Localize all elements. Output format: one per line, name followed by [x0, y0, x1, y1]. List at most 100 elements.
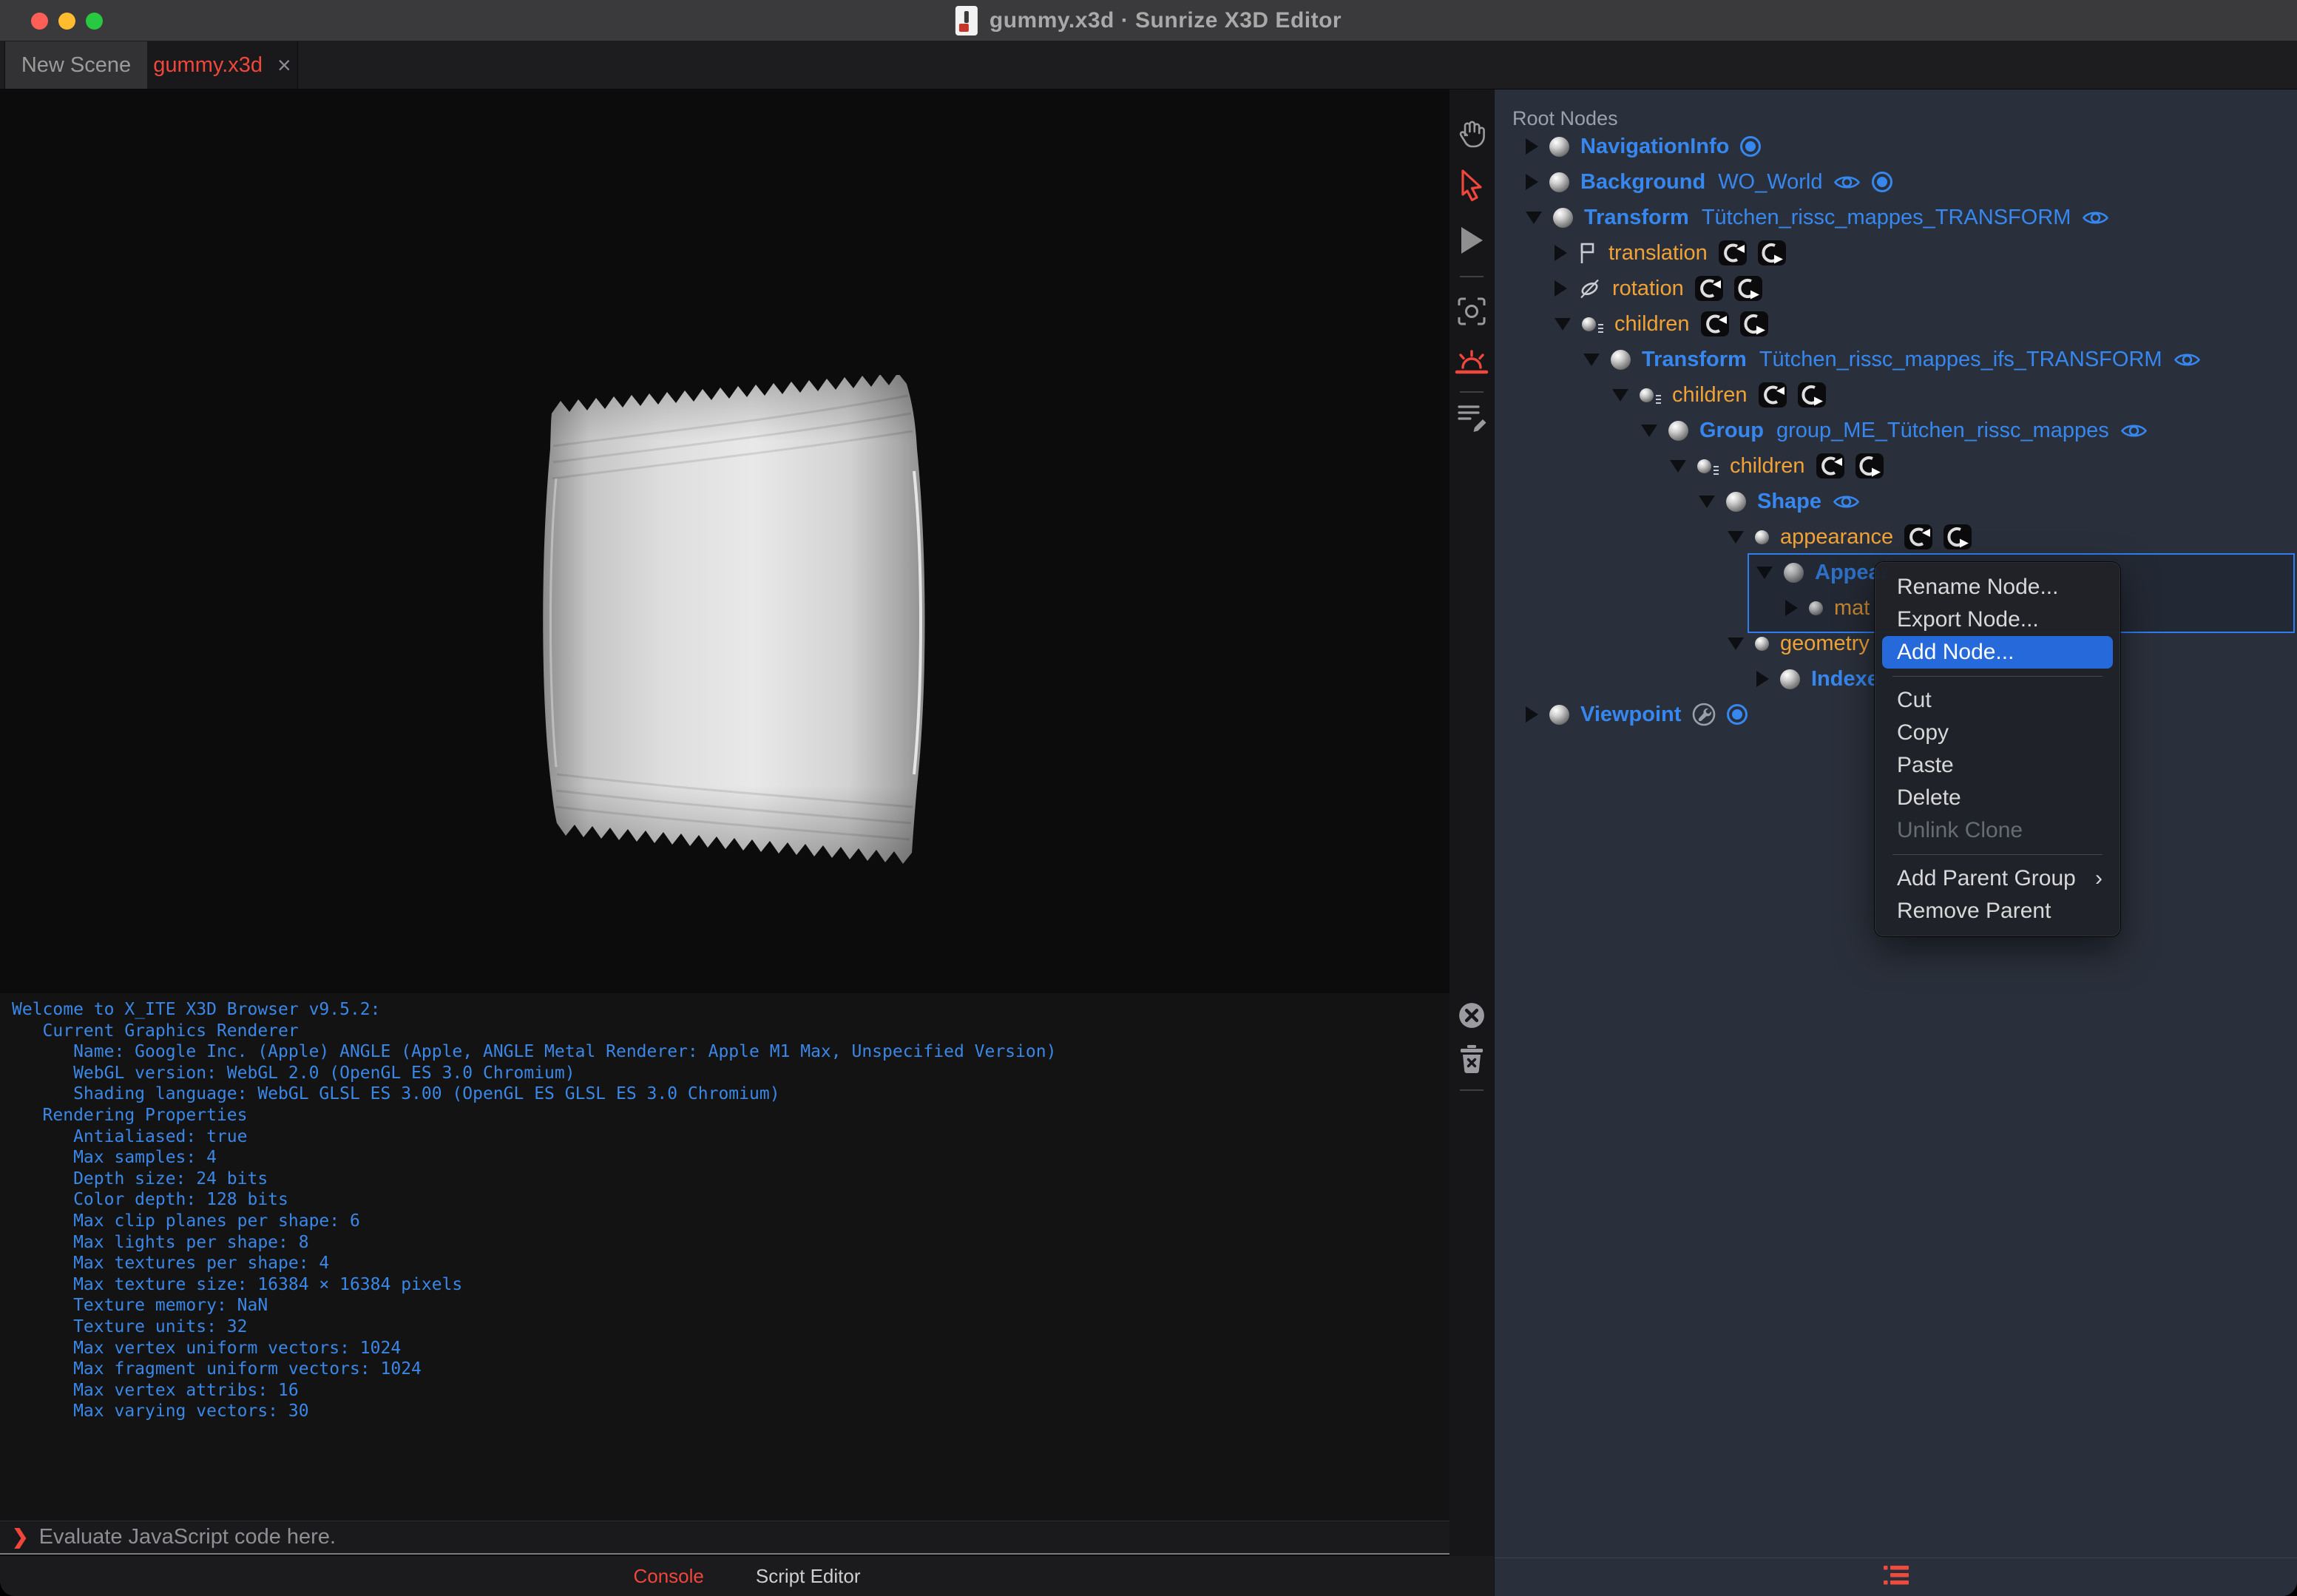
zoom-button[interactable]: [86, 13, 103, 30]
menu-item-label: Rename Node...: [1897, 575, 2059, 599]
outline-list-icon[interactable]: [1882, 1564, 1910, 1590]
field-name-label: appearance: [1780, 524, 1894, 549]
expander-arrow-icon[interactable]: [1756, 566, 1773, 579]
outline-field-row[interactable]: children: [1495, 377, 2297, 413]
field-sphere-icon: [1755, 636, 1769, 651]
expander-arrow-icon[interactable]: [1555, 317, 1571, 331]
bound-badge-icon[interactable]: [1727, 704, 1748, 725]
tab-console[interactable]: Console: [633, 1565, 703, 1588]
clear-console-icon[interactable]: [1449, 998, 1494, 1033]
expander-arrow-icon[interactable]: [1756, 671, 1769, 687]
console-line: Antialiased: true: [12, 1126, 248, 1146]
play-icon[interactable]: [1449, 223, 1494, 258]
expander-arrow-icon[interactable]: [1526, 138, 1538, 155]
expander-arrow-icon[interactable]: [1785, 600, 1798, 616]
outline-node-row[interactable]: NavigationInfo: [1495, 129, 2297, 164]
menu-item-label: Paste: [1897, 753, 1954, 777]
route-in-badge-icon[interactable]: [1904, 524, 1933, 550]
eye-badge-icon[interactable]: [2082, 209, 2109, 227]
bound-badge-icon[interactable]: [1872, 172, 1893, 192]
outline-field-row[interactable]: children: [1495, 306, 2297, 342]
node-type-label: Group: [1699, 418, 1764, 442]
console-line: Depth size: 24 bits: [12, 1169, 268, 1188]
close-button[interactable]: [31, 13, 48, 30]
menu-item-label: Export Node...: [1897, 607, 2039, 632]
menu-item-cut[interactable]: Cut: [1875, 684, 2120, 717]
route-out-badge-icon[interactable]: [1944, 524, 1972, 550]
expander-arrow-icon[interactable]: [1526, 706, 1538, 723]
route-out-badge-icon[interactable]: [1855, 453, 1884, 479]
route-out-badge-icon[interactable]: [1739, 311, 1768, 337]
route-in-badge-icon[interactable]: [1700, 311, 1729, 337]
route-in-badge-icon[interactable]: [1694, 276, 1723, 301]
menu-item-add-parent-group[interactable]: Add Parent Group ›: [1875, 862, 2120, 895]
wrench-badge-icon[interactable]: [1692, 703, 1716, 726]
expander-arrow-icon[interactable]: [1699, 495, 1715, 508]
snapshot-center-icon[interactable]: [1449, 294, 1494, 329]
console-line: Max textures per shape: 4: [12, 1254, 330, 1274]
expander-arrow-icon[interactable]: [1641, 424, 1657, 437]
menu-item-export-node[interactable]: Export Node...: [1875, 603, 2120, 636]
rendered-pouch-model: [543, 375, 925, 864]
tab-close-icon[interactable]: ×: [277, 53, 291, 77]
route-in-badge-icon[interactable]: [1816, 453, 1844, 479]
eye-badge-icon[interactable]: [2173, 351, 2201, 369]
menu-item-copy[interactable]: Copy: [1875, 717, 2120, 749]
outline-node-row[interactable]: Transform Tütchen_rissc_mappes_ifs_TRANSF…: [1495, 342, 2297, 377]
expander-arrow-icon[interactable]: [1526, 211, 1542, 224]
menu-item-remove-parent[interactable]: Remove Parent: [1875, 895, 2120, 927]
menu-item-rename-node[interactable]: Rename Node...: [1875, 571, 2120, 603]
route-out-badge-icon[interactable]: [1733, 276, 1762, 301]
expander-arrow-icon[interactable]: [1728, 637, 1744, 650]
console-log[interactable]: Welcome to X_ITE X3D Browser v9.5.2: Cur…: [0, 993, 1449, 1521]
eye-badge-icon[interactable]: [1833, 493, 1860, 511]
delete-messages-icon[interactable]: [1449, 1041, 1494, 1076]
node-name-label: Tütchen_rissc_mappes_ifs_TRANSFORM: [1759, 347, 2162, 371]
console-line: Max lights per shape: 8: [12, 1232, 309, 1252]
outline-node-row[interactable]: Transform Tütchen_rissc_mappes_TRANSFORM: [1495, 200, 2297, 235]
sunrise-light-icon[interactable]: [1449, 344, 1494, 379]
outline-panel: Root Nodes NavigationInfo Background WO_Wo…: [1494, 89, 2297, 1596]
menu-item-delete[interactable]: Delete: [1875, 782, 2120, 814]
outline-node-row[interactable]: Shape: [1495, 484, 2297, 519]
expander-arrow-icon[interactable]: [1583, 353, 1600, 366]
field-sphere-icon: [1755, 530, 1769, 544]
expander-arrow-icon[interactable]: [1555, 280, 1567, 297]
outline-field-row[interactable]: rotation: [1495, 271, 2297, 306]
viewport-3d[interactable]: [0, 89, 1449, 993]
outline-node-row[interactable]: Group group_ME_Tütchen_rissc_mappes: [1495, 413, 2297, 448]
script-edit-icon[interactable]: [1449, 399, 1494, 434]
route-out-badge-icon[interactable]: [1797, 382, 1826, 408]
expander-arrow-icon[interactable]: [1555, 245, 1567, 261]
outline-field-row[interactable]: children: [1495, 448, 2297, 484]
bound-badge-icon[interactable]: [1740, 136, 1762, 157]
console-line: Max texture size: 16384 × 16384 pixels: [12, 1274, 463, 1294]
bottom-bar: Console Script Editor: [0, 1556, 1494, 1596]
route-in-badge-icon[interactable]: [1758, 382, 1787, 408]
outline-field-row[interactable]: appearance: [1495, 519, 2297, 555]
minimize-button[interactable]: [58, 13, 75, 30]
prompt-chevron-icon: ❯: [12, 1526, 29, 1548]
pan-hand-icon[interactable]: [1449, 116, 1494, 152]
tab-script-editor[interactable]: Script Editor: [756, 1565, 861, 1588]
select-arrow-icon[interactable]: [1449, 168, 1494, 203]
menu-item-add-node[interactable]: Add Node...: [1882, 636, 2113, 669]
expander-arrow-icon[interactable]: [1526, 174, 1538, 190]
field-name-label: rotation: [1612, 276, 1684, 300]
field-name-label: children: [1672, 382, 1748, 407]
node-sphere-icon: [1549, 704, 1569, 725]
expander-arrow-icon[interactable]: [1612, 388, 1628, 402]
outline-node-row[interactable]: Background WO_World: [1495, 164, 2297, 200]
eye-badge-icon[interactable]: [1833, 173, 1861, 192]
eye-badge-icon[interactable]: [2120, 422, 2148, 440]
node-sphere-icon: [1549, 172, 1569, 192]
expander-arrow-icon[interactable]: [1670, 459, 1686, 473]
outline-field-row[interactable]: translation: [1495, 235, 2297, 271]
expander-arrow-icon[interactable]: [1728, 530, 1744, 544]
tab-new-scene[interactable]: New Scene: [4, 41, 148, 89]
route-in-badge-icon[interactable]: [1718, 240, 1747, 266]
menu-item-paste[interactable]: Paste: [1875, 749, 2120, 782]
tab-gummy-x3d[interactable]: gummy.x3d ×: [147, 41, 298, 89]
console-input[interactable]: ❯ Evaluate JavaScript code here.: [0, 1521, 1449, 1555]
route-out-badge-icon[interactable]: [1757, 240, 1786, 266]
